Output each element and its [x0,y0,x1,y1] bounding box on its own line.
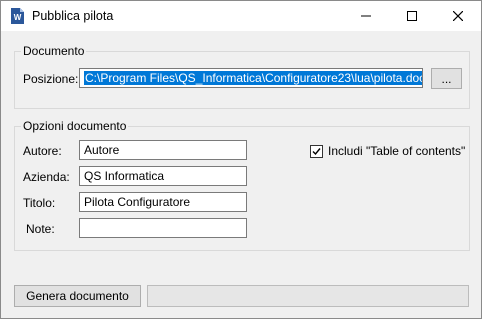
note-label: Note: [26,222,55,236]
titolo-label: Titolo: [23,196,56,210]
azienda-input[interactable]: QS Informatica [79,166,247,186]
documento-group-label: Documento [21,44,87,58]
titolo-input[interactable]: Pilota Configuratore [79,192,247,212]
dialog-window: W Pubblica pilota Documento Posizione: C… [0,0,482,319]
word-document-icon: W [11,8,24,24]
window-title: Pubblica pilota [32,9,114,23]
genera-documento-button[interactable]: Genera documento [14,285,141,307]
opzioni-group-label: Opzioni documento [21,119,129,133]
minimize-button[interactable] [343,1,389,31]
toc-checkbox-label[interactable]: Includi "Table of contents" [328,144,465,158]
svg-text:W: W [14,13,22,22]
posizione-input[interactable]: C:\Program Files\QS_Informatica\Configur… [79,68,423,88]
close-icon [453,11,463,21]
title-bar[interactable]: W Pubblica pilota [1,1,481,31]
minimize-icon [361,15,371,17]
posizione-label: Posizione: [23,72,79,86]
checkmark-icon [312,148,321,156]
toc-checkbox[interactable] [310,145,323,158]
maximize-icon [407,11,417,21]
browse-button[interactable]: ... [431,68,462,89]
autore-label: Autore: [23,144,62,158]
maximize-button[interactable] [389,1,435,31]
close-button[interactable] [435,1,481,31]
azienda-label: Azienda: [23,170,70,184]
posizione-value: C:\Program Files\QS_Informatica\Configur… [84,71,422,85]
note-input[interactable] [79,218,247,238]
progress-bar [147,285,469,307]
autore-input[interactable]: Autore [79,140,247,160]
